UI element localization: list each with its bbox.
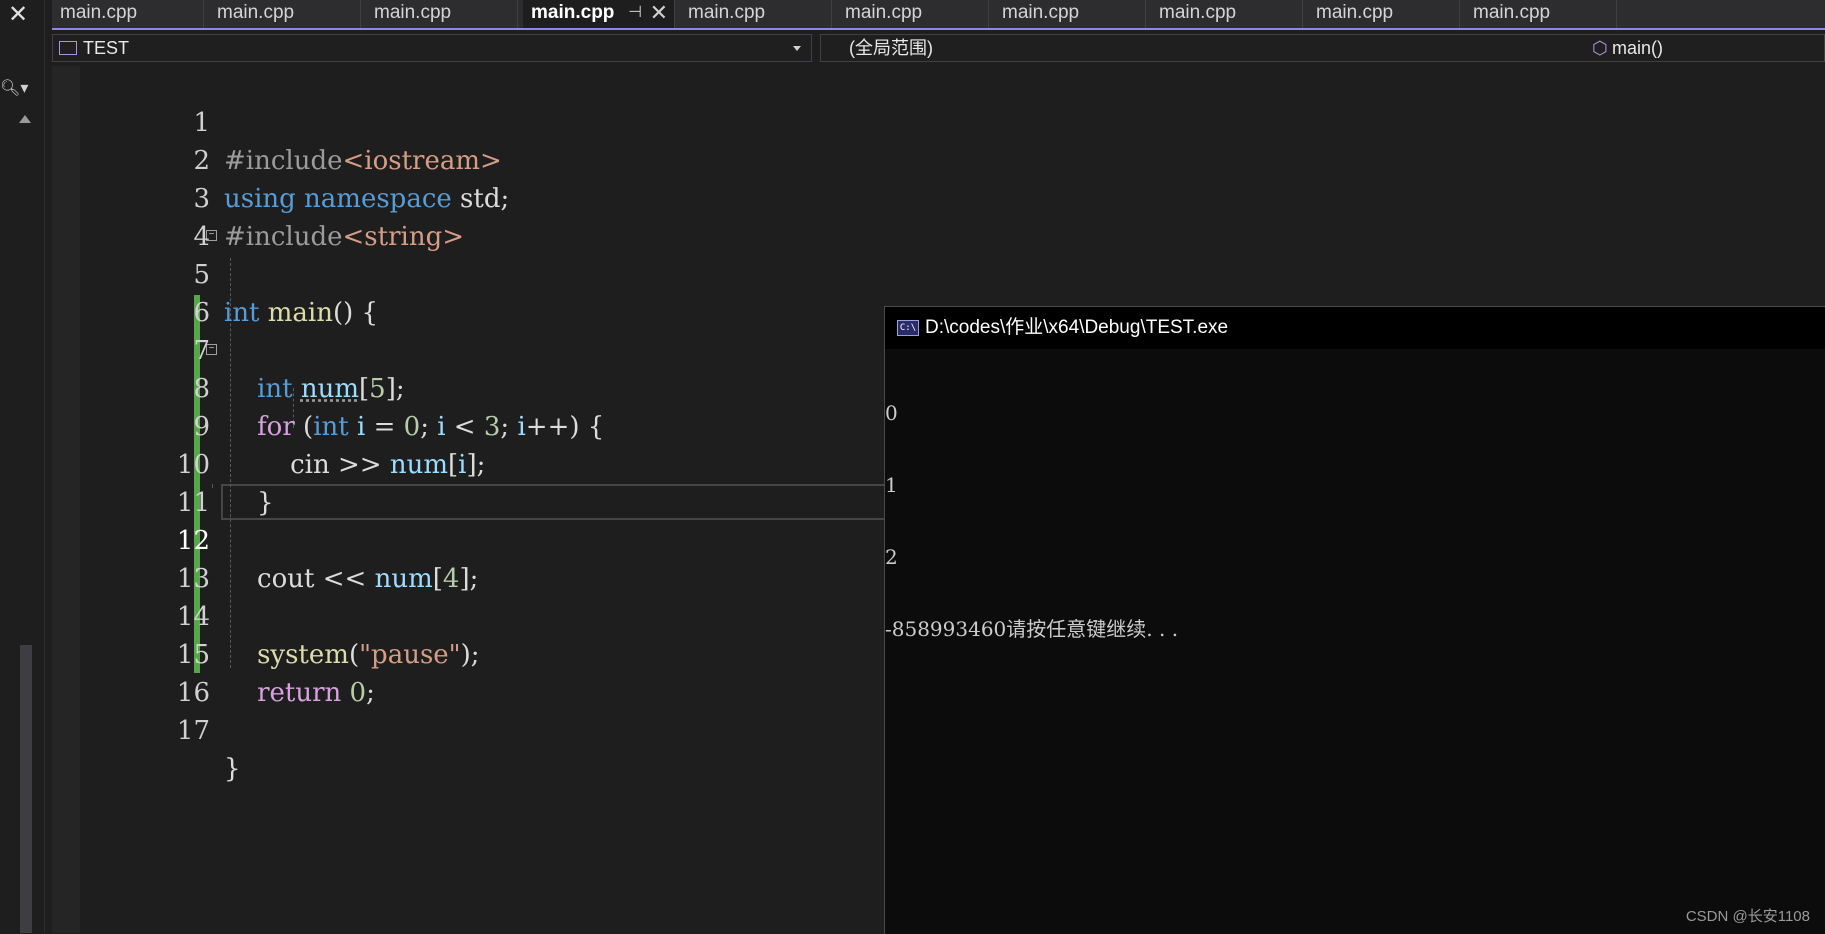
console-output: 0 1 2 -858993460请按任意键继续. . . bbox=[885, 353, 1825, 689]
console-title: D:\codes\作业\x64\Debug\TEST.exe bbox=[925, 317, 1229, 338]
line-number: 15 bbox=[176, 640, 210, 670]
tab-main-cpp-3[interactable]: main.cpp bbox=[366, 0, 518, 28]
code-text: return 0; bbox=[257, 678, 375, 708]
code-line-10: 10 } bbox=[52, 408, 274, 518]
line-number: 9 bbox=[193, 412, 210, 442]
project-icon bbox=[59, 41, 77, 55]
project-dropdown[interactable]: TEST bbox=[52, 34, 812, 62]
code-text: #include<iostream> bbox=[224, 146, 502, 176]
line-number: 6 bbox=[193, 298, 210, 328]
code-text: int main() { bbox=[224, 298, 379, 328]
member-name: main() bbox=[1612, 38, 1664, 58]
navigation-bar: TEST (全局范围) ⬡ main() bbox=[52, 34, 1825, 62]
tab-label: main.cpp bbox=[217, 2, 295, 23]
code-line-12: 12 cout << num[4]; bbox=[52, 484, 478, 594]
code-text: } bbox=[224, 488, 274, 518]
tab-label: main.cpp bbox=[1316, 2, 1394, 23]
tab-main-cpp-2[interactable]: main.cpp bbox=[209, 0, 361, 28]
line-number: 16 bbox=[176, 678, 210, 708]
code-text: for (int i = 0; i < 3; i++) { bbox=[257, 412, 605, 442]
scope-dropdown[interactable]: (全局范围) bbox=[820, 34, 1636, 62]
member-dropdown[interactable]: ⬡ main() bbox=[1582, 34, 1825, 62]
code-line-11: 11 bbox=[52, 446, 210, 518]
code-line-2: 2 using namespace std; bbox=[52, 104, 509, 214]
code-line-16: 16 bbox=[52, 636, 210, 708]
scope-name: (全局范围) bbox=[849, 38, 933, 58]
line-number: 7 bbox=[193, 336, 210, 366]
code-text: cout << num[4]; bbox=[224, 564, 479, 594]
line-number: 4 bbox=[193, 222, 210, 252]
code-line-7: 7 int num[5]; bbox=[52, 294, 404, 404]
tab-main-cpp-5[interactable]: main.cpp bbox=[680, 0, 832, 28]
tab-label: main.cpp bbox=[60, 2, 138, 23]
chevron-down-icon bbox=[793, 46, 801, 51]
code-line-15: 15 return 0; bbox=[52, 598, 375, 708]
code-text: int num[5]; bbox=[257, 374, 405, 404]
tab-main-cpp-8[interactable]: main.cpp bbox=[1151, 0, 1303, 28]
code-line-17: 17 } bbox=[52, 674, 241, 784]
code-text: system("pause"); bbox=[257, 640, 480, 670]
console-line: -858993460请按任意键继续. . . bbox=[885, 617, 1179, 641]
scrollbar-thumb[interactable] bbox=[20, 645, 32, 933]
tab-label: main.cpp bbox=[1159, 2, 1237, 23]
line-number: 3 bbox=[193, 184, 210, 214]
tab-label: main.cpp bbox=[374, 2, 452, 23]
tab-main-cpp-7[interactable]: main.cpp bbox=[994, 0, 1146, 28]
line-number: 13 bbox=[176, 564, 210, 594]
console-window[interactable]: C:\ D:\codes\作业\x64\Debug\TEST.exe 0 1 2… bbox=[884, 306, 1825, 934]
left-tool-strip: ✕ 🔍︎▾ bbox=[0, 0, 45, 933]
line-number: 10 bbox=[176, 450, 210, 480]
console-line: 2 bbox=[885, 545, 898, 569]
code-line-3: 3 #include<string> bbox=[52, 142, 464, 252]
close-icon[interactable]: ✕ bbox=[8, 2, 28, 28]
code-text: #include<string> bbox=[224, 222, 464, 252]
code-line-13: 13 bbox=[52, 522, 210, 594]
tab-label: main.cpp bbox=[1002, 2, 1080, 23]
line-number: 12 bbox=[176, 526, 210, 556]
code-line-14: 14 system("pause"); bbox=[52, 560, 480, 670]
line-number: 2 bbox=[193, 146, 210, 176]
tab-label: main.cpp bbox=[688, 2, 766, 23]
code-text: cin >> num[i]; bbox=[224, 450, 486, 480]
pin-icon[interactable]: ⊣ bbox=[628, 0, 642, 26]
project-name: TEST bbox=[83, 38, 130, 58]
code-text: } bbox=[224, 754, 241, 784]
scroll-up-arrow-icon[interactable] bbox=[19, 115, 31, 123]
line-number: 5 bbox=[193, 260, 210, 290]
code-line-8: 8 for (int i = 0; i < 3; i++) { bbox=[52, 332, 604, 442]
document-tab-bar: main.cpp main.cpp main.cpp main.cpp ⊣ ✕ … bbox=[52, 0, 1825, 30]
tab-label: main.cpp bbox=[845, 2, 923, 23]
search-icon[interactable]: 🔍︎▾ bbox=[0, 78, 28, 98]
line-number: 1 bbox=[193, 108, 210, 138]
tab-main-cpp-active[interactable]: main.cpp ⊣ ✕ bbox=[523, 0, 675, 28]
line-number: 8 bbox=[193, 374, 210, 404]
console-app-icon: C:\ bbox=[897, 320, 919, 336]
tab-close-icon[interactable]: ✕ bbox=[650, 0, 668, 26]
code-line-6: 6 bbox=[52, 256, 210, 328]
code-line-9: 9 cin >> num[i]; bbox=[52, 370, 485, 480]
line-number: 14 bbox=[176, 602, 210, 632]
indent-guide bbox=[212, 484, 213, 488]
console-title-bar[interactable]: C:\ D:\codes\作业\x64\Debug\TEST.exe bbox=[885, 307, 1825, 349]
tab-main-cpp-6[interactable]: main.cpp bbox=[837, 0, 989, 28]
code-text: using namespace std; bbox=[224, 184, 510, 214]
tab-main-cpp-9[interactable]: main.cpp bbox=[1308, 0, 1460, 28]
tab-label: main.cpp bbox=[1473, 2, 1551, 23]
tab-main-cpp-10[interactable]: main.cpp bbox=[1465, 0, 1617, 28]
watermark: CSDN @长安1108 bbox=[1685, 908, 1810, 925]
member-cube-icon: ⬡ bbox=[1592, 38, 1608, 58]
code-line-4: 4 bbox=[52, 180, 210, 252]
console-line: 1 bbox=[885, 473, 898, 497]
console-line: 0 bbox=[885, 401, 898, 425]
line-number: 11 bbox=[176, 488, 210, 518]
code-line-5: 5 int main() { bbox=[52, 218, 378, 328]
code-line-1: 1 #include<iostream> bbox=[52, 66, 501, 176]
tab-main-cpp-1[interactable]: main.cpp bbox=[52, 0, 204, 28]
tab-label: main.cpp bbox=[531, 2, 615, 23]
line-number: 17 bbox=[176, 716, 210, 746]
